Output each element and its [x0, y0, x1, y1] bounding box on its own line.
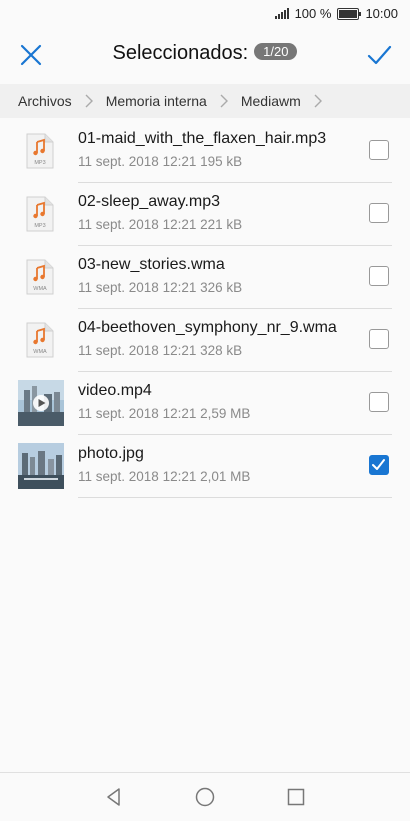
selection-count-badge: 1/20: [254, 43, 298, 60]
system-nav-bar: [0, 772, 410, 821]
breadcrumb-item-internal-memory[interactable]: Memoria interna: [94, 93, 207, 109]
divider: [78, 497, 392, 498]
list-item[interactable]: MP3 01-maid_with_the_flaxen_hair.mp3 11 …: [0, 120, 410, 183]
breadcrumb: Archivos Memoria interna Mediawm: [0, 84, 410, 118]
battery-percent: 100 %: [294, 6, 332, 21]
list-item[interactable]: WMA 04-beethoven_symphony_nr_9.wma 11 se…: [0, 309, 410, 372]
file-meta: 11 sept. 2018 12:21 328 kB: [78, 343, 243, 358]
music-file-icon: WMA: [26, 322, 54, 358]
battery-icon: [337, 7, 362, 20]
file-meta: 11 sept. 2018 12:21 326 kB: [78, 280, 243, 295]
chevron-right-icon: [314, 94, 322, 108]
file-name: photo.jpg: [78, 445, 144, 462]
chevron-right-icon: [220, 94, 228, 108]
chevron-right-icon: [85, 94, 93, 108]
list-item[interactable]: MP3 02-sleep_away.mp3 11 sept. 2018 12:2…: [0, 183, 410, 246]
selection-toolbar: Seleccionados: 1/20: [0, 28, 410, 82]
confirm-check-icon[interactable]: [366, 42, 392, 68]
svg-text:MP3: MP3: [34, 160, 45, 166]
file-list: MP3 01-maid_with_the_flaxen_hair.mp3 11 …: [0, 120, 410, 498]
signal-icon: [274, 8, 289, 19]
file-meta: 11 sept. 2018 12:21 2,59 MB: [78, 406, 251, 421]
file-name: 01-maid_with_the_flaxen_hair.mp3: [78, 130, 327, 147]
svg-text:MP3: MP3: [34, 223, 45, 229]
svg-text:WMA: WMA: [33, 286, 47, 292]
select-checkbox[interactable]: [369, 203, 389, 223]
music-file-icon: WMA: [26, 259, 54, 295]
breadcrumb-item-mediawm[interactable]: Mediawm: [229, 93, 301, 109]
check-icon: [372, 459, 385, 470]
recent-apps-icon[interactable]: [284, 785, 308, 809]
title-text: Seleccionados:: [112, 42, 249, 64]
back-icon[interactable]: [102, 785, 126, 809]
file-name: 03-new_stories.wma: [78, 256, 225, 273]
music-file-icon: MP3: [26, 196, 54, 232]
status-bar: 100 % 10:00: [0, 0, 410, 28]
photo-thumbnail: [18, 443, 64, 489]
file-name: video.mp4: [78, 382, 152, 399]
select-checkbox-checked[interactable]: [369, 455, 389, 475]
page-title: Seleccionados: 1/20: [0, 42, 410, 65]
file-name: 02-sleep_away.mp3: [78, 193, 221, 210]
select-checkbox[interactable]: [369, 266, 389, 286]
file-name: 04-beethoven_symphony_nr_9.wma: [78, 319, 337, 336]
list-item[interactable]: video.mp4 11 sept. 2018 12:21 2,59 MB: [0, 372, 410, 435]
breadcrumb-item-files[interactable]: Archivos: [0, 93, 72, 109]
home-icon[interactable]: [193, 785, 217, 809]
select-checkbox[interactable]: [369, 392, 389, 412]
video-thumbnail: [18, 380, 64, 426]
file-meta: 11 sept. 2018 12:21 2,01 MB: [78, 469, 251, 484]
file-meta: 11 sept. 2018 12:21 195 kB: [78, 154, 243, 169]
clock: 10:00: [365, 6, 398, 21]
file-meta: 11 sept. 2018 12:21 221 kB: [78, 217, 243, 232]
select-checkbox[interactable]: [369, 140, 389, 160]
svg-text:WMA: WMA: [33, 349, 47, 355]
list-item[interactable]: photo.jpg 11 sept. 2018 12:21 2,01 MB: [0, 435, 410, 498]
music-file-icon: MP3: [26, 133, 54, 169]
select-checkbox[interactable]: [369, 329, 389, 349]
list-item[interactable]: WMA 03-new_stories.wma 11 sept. 2018 12:…: [0, 246, 410, 309]
